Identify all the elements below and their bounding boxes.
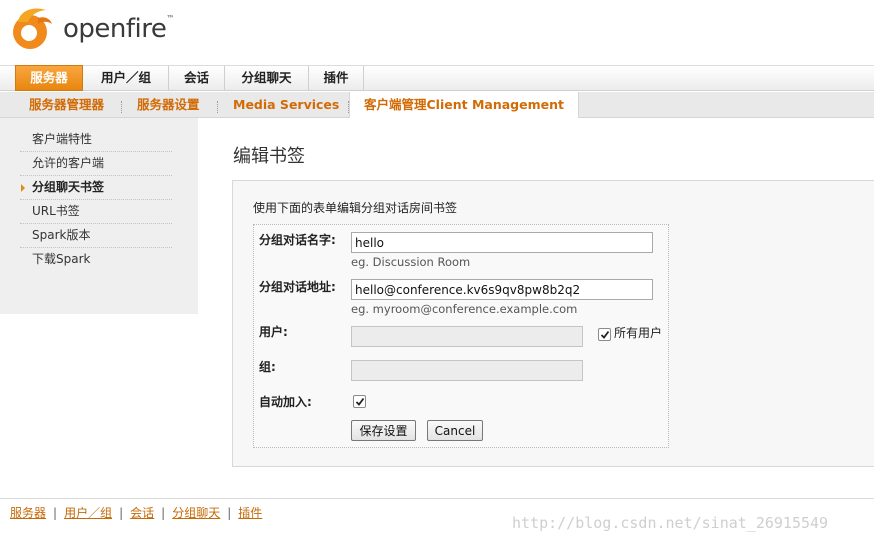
room-name-input[interactable] [351, 232, 653, 253]
group-label: 组: [259, 360, 276, 374]
edit-bookmark-panel: 使用下面的表单编辑分组对话房间书签 分组对话名字: eg. Discussion… [232, 180, 874, 467]
room-name-hint: eg. Discussion Room [351, 255, 471, 269]
group-input[interactable] [351, 360, 583, 381]
subnav-separator [121, 101, 122, 113]
room-name-label: 分组对话名字: [259, 233, 336, 247]
save-settings-button[interactable]: 保存设置 [351, 420, 416, 441]
tab-users-groups[interactable]: 用户／组 [84, 66, 169, 91]
room-address-label: 分组对话地址: [259, 280, 336, 294]
subtab-client-management[interactable]: 客户端管理Client Management [349, 92, 579, 118]
tab-plugins[interactable]: 插件 [309, 66, 364, 91]
footer-link-users-groups[interactable]: 用户／组 [64, 506, 112, 520]
room-address-hint: eg. myroom@conference.example.com [351, 302, 578, 316]
main-nav: 服务器 用户／组 会话 分组聊天 插件 [0, 65, 874, 91]
checkmark-icon [600, 330, 610, 339]
panel-description: 使用下面的表单编辑分组对话房间书签 [253, 201, 458, 215]
subtab-server-settings[interactable]: 服务器设置 [137, 92, 200, 118]
bookmark-form: 分组对话名字: eg. Discussion Room 分组对话地址: eg. … [253, 224, 669, 448]
app-header: openfire™ [0, 0, 874, 64]
checkmark-icon [355, 397, 365, 406]
footer-divider [0, 498, 874, 499]
sidebar-item-url-bookmarks[interactable]: URL书签 [20, 200, 172, 224]
active-arrow-icon [21, 184, 25, 192]
tab-group-chat[interactable]: 分组聊天 [225, 66, 309, 91]
page-title: 编辑书签 [233, 146, 305, 167]
subnav-separator [217, 101, 218, 113]
auto-join-label: 自动加入: [259, 395, 312, 409]
sidebar: 客户端特性 允许的客户端 分组聊天书签 URL书签 Spark版本 下载Spar… [0, 118, 198, 314]
footer-link-sessions[interactable]: 会话 [130, 506, 154, 520]
users-label: 用户: [259, 325, 288, 339]
sidebar-item-download-spark[interactable]: 下载Spark [20, 248, 172, 272]
subtab-media-services[interactable]: Media Services [233, 92, 339, 118]
tab-sessions[interactable]: 会话 [169, 66, 225, 91]
main-content: 编辑书签 使用下面的表单编辑分组对话房间书签 分组对话名字: eg. Discu… [198, 118, 874, 498]
all-users-checkbox[interactable] [598, 328, 611, 341]
watermark: http://blog.csdn.net/sinat_26915549 [512, 514, 829, 532]
room-address-input[interactable] [351, 279, 653, 300]
footer-link-server[interactable]: 服务器 [10, 506, 46, 520]
sidebar-item-client-features[interactable]: 客户端特性 [20, 128, 172, 152]
cancel-button[interactable]: Cancel [427, 420, 483, 441]
auto-join-checkbox[interactable] [353, 395, 366, 408]
subtab-server-manager[interactable]: 服务器管理器 [29, 92, 104, 118]
footer-link-plugins[interactable]: 插件 [238, 506, 262, 520]
sidebar-item-group-chat-bookmarks[interactable]: 分组聊天书签 [20, 176, 172, 200]
footer-nav: 服务器 | 用户／组 | 会话 | 分组聊天 | 插件 [10, 506, 263, 520]
sub-nav: 服务器管理器 服务器设置 Media Services 客户端管理Client … [0, 92, 874, 118]
sidebar-item-allowed-clients[interactable]: 允许的客户端 [20, 152, 172, 176]
tab-server[interactable]: 服务器 [15, 65, 83, 91]
footer-link-group-chat[interactable]: 分组聊天 [172, 506, 220, 520]
all-users-label: 所有用户 [614, 326, 663, 340]
brand-name: openfire™ [63, 14, 174, 44]
openfire-logo-icon [13, 8, 52, 49]
users-input[interactable] [351, 326, 583, 347]
sidebar-item-spark-versions[interactable]: Spark版本 [20, 224, 172, 248]
